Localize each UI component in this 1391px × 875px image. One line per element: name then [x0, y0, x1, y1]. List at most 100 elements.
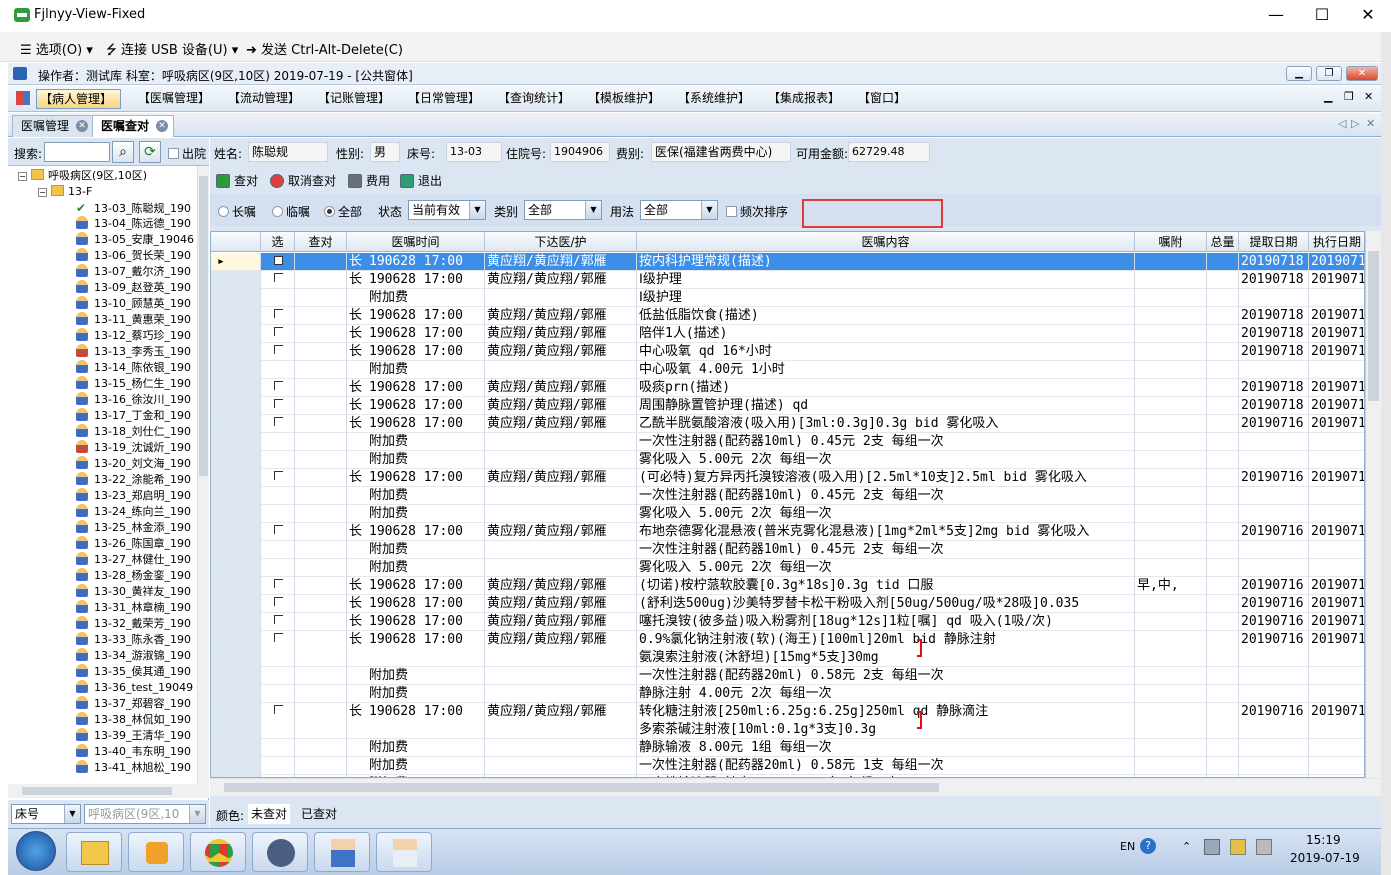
row-indicator[interactable]: [211, 739, 261, 757]
tree-patient-node[interactable]: 13-20_刘文海_190: [76, 456, 191, 472]
row-indicator[interactable]: [211, 451, 261, 469]
row-select-checkbox[interactable]: [261, 775, 295, 777]
chrome-taskbar-icon[interactable]: [190, 832, 246, 872]
row-indicator[interactable]: [211, 667, 261, 685]
language-indicator[interactable]: EN: [1120, 840, 1135, 853]
row-indicator[interactable]: [211, 559, 261, 577]
tab-close-all-icon[interactable]: ✕: [1366, 117, 1375, 130]
row-indicator[interactable]: [211, 433, 261, 451]
tree-patient-node[interactable]: 13-04_陈远德_190: [76, 216, 191, 232]
maximize-button[interactable]: ☐: [1299, 0, 1345, 32]
table-row[interactable]: 附加费 雾化吸入 5.00元 2次 每组一次: [211, 559, 1364, 577]
app-minimize-button[interactable]: ▁: [1286, 66, 1312, 81]
tree-patient-node[interactable]: 13-07_戴尔济_190: [76, 264, 191, 280]
tab-close-icon[interactable]: ✕: [156, 120, 169, 132]
tree-patient-node[interactable]: 13-35_侯其通_190: [76, 664, 191, 680]
row-select-checkbox[interactable]: [261, 541, 295, 559]
tree-hscroll-thumb[interactable]: [22, 787, 172, 795]
send-cad-button[interactable]: ➜ 发送 Ctrl-Alt-Delete(C): [246, 39, 403, 58]
row-select-checkbox[interactable]: [261, 757, 295, 775]
row-select-checkbox[interactable]: [261, 271, 295, 289]
row-select-checkbox[interactable]: [261, 487, 295, 505]
table-row[interactable]: 附加费 静脉注射 4.00元 2次 每组一次: [211, 685, 1364, 703]
tree-patient-node[interactable]: 13-34_游淑锦_190: [76, 648, 191, 664]
table-row[interactable]: 附加费 Ⅰ级护理: [211, 289, 1364, 307]
tree-patient-node[interactable]: 13-26_陈国章_190: [76, 536, 191, 552]
mdi-close-button[interactable]: ✕: [1364, 90, 1373, 103]
menu-flow[interactable]: 【流动管理】: [220, 89, 308, 109]
row-indicator[interactable]: [211, 703, 261, 739]
table-row[interactable]: ▸ 长 190628 17:00 黄应翔/黄应翔/郭雁 按内科护理常规(描述) 20190…: [211, 253, 1364, 271]
tree-patient-node[interactable]: 13-32_戴荣芳_190: [76, 616, 191, 632]
tree-patient-node[interactable]: 13-37_郑碧容_190: [76, 696, 191, 712]
table-row[interactable]: 附加费 一次性注射器(配药器10ml) 0.45元 2支 每组一次: [211, 541, 1364, 559]
usage-select[interactable]: 全部 ▼: [640, 200, 718, 220]
tree-patient-node[interactable]: 13-33_陈永香_190: [76, 632, 191, 648]
tree-patient-node[interactable]: 13-38_林侃如_190: [76, 712, 191, 728]
tab-scroll-left-icon[interactable]: ◁: [1338, 117, 1346, 130]
row-indicator[interactable]: [211, 505, 261, 523]
table-row[interactable]: 附加费 一次性输液器(精密) 4.00元 1套 每组一次: [211, 775, 1364, 777]
table-row[interactable]: 长 190628 17:00 黄应翔/黄应翔/郭雁 中心吸氧 qd 16*小时 2019…: [211, 343, 1364, 361]
row-select-checkbox[interactable]: [261, 559, 295, 577]
row-indicator[interactable]: [211, 397, 261, 415]
table-row[interactable]: 附加费 一次性注射器(配药器10ml) 0.45元 2支 每组一次: [211, 433, 1364, 451]
status-select[interactable]: 当前有效 ▼: [408, 200, 486, 220]
header-check[interactable]: 查对: [295, 232, 347, 252]
tree-patient-node[interactable]: 13-15_杨仁生_190: [76, 376, 191, 392]
row-select-checkbox[interactable]: [261, 523, 295, 541]
row-select-checkbox[interactable]: [261, 613, 295, 631]
header-exec-date[interactable]: 执行日期: [1309, 232, 1364, 252]
row-indicator[interactable]: [211, 325, 261, 343]
table-row[interactable]: 附加费 中心吸氧 4.00元 1小时: [211, 361, 1364, 379]
table-row[interactable]: 长 190628 17:00 黄应翔/黄应翔/郭雁 (舒利迭500ug)沙美特罗替卡松…: [211, 595, 1364, 613]
row-select-checkbox[interactable]: [261, 451, 295, 469]
header-select[interactable]: 选: [261, 232, 295, 252]
tree-patient-node[interactable]: 13-17_丁金和_190: [76, 408, 191, 424]
explorer-taskbar-icon[interactable]: [66, 832, 122, 872]
sort-select[interactable]: 床号 ▼: [11, 804, 81, 824]
tree-patient-node[interactable]: 13-09_赵登英_190: [76, 280, 191, 296]
clock-date[interactable]: 2019-07-19: [1290, 851, 1360, 865]
table-row[interactable]: 长 190628 17:00 黄应翔/黄应翔/郭雁 周围静脉置管护理(描述) qd 20…: [211, 397, 1364, 415]
tree-patient-node[interactable]: 13-39_王清华_190: [76, 728, 191, 744]
frequency-sort-checkbox[interactable]: 频次排序: [726, 203, 788, 220]
mdi-minimize-button[interactable]: ▁: [1324, 90, 1332, 103]
row-select-checkbox[interactable]: [261, 415, 295, 433]
menu-query[interactable]: 【查询统计】: [490, 89, 578, 109]
tab-scroll-right-icon[interactable]: ▷: [1351, 117, 1359, 130]
category-select[interactable]: 全部 ▼: [524, 200, 602, 220]
app-close-button[interactable]: ✕: [1346, 66, 1378, 81]
usb-menu[interactable]: ⭍ 连接 USB 设备(U) ▾: [106, 39, 238, 63]
menu-template[interactable]: 【模板维护】: [580, 89, 668, 109]
table-row[interactable]: 附加费 雾化吸入 5.00元 2次 每组一次: [211, 505, 1364, 523]
row-select-checkbox[interactable]: [261, 595, 295, 613]
header-doctor[interactable]: 下达医/护: [485, 232, 637, 252]
collapse-icon[interactable]: −: [38, 188, 47, 197]
tree-patient-node[interactable]: 13-12_蔡巧珍_190: [76, 328, 191, 344]
table-row[interactable]: 附加费 一次性注射器(配药器10ml) 0.45元 2支 每组一次: [211, 487, 1364, 505]
header-content[interactable]: 医嘱内容: [637, 232, 1135, 252]
table-row[interactable]: 长 190628 17:00 黄应翔/黄应翔/郭雁 吸痰prn(描述) 20190718…: [211, 379, 1364, 397]
menu-window[interactable]: 【窗口】: [850, 89, 914, 109]
row-select-checkbox[interactable]: [261, 739, 295, 757]
all-order-radio[interactable]: 全部: [324, 203, 362, 220]
action-center-icon[interactable]: [1230, 839, 1246, 855]
doctor-app-taskbar-icon[interactable]: [314, 832, 370, 872]
row-select-checkbox[interactable]: [261, 361, 295, 379]
table-row[interactable]: 附加费 静脉输液 8.00元 1组 每组一次: [211, 739, 1364, 757]
discharged-checkbox[interactable]: 出院: [168, 145, 206, 162]
tree-patient-node[interactable]: ✔ 13-03_陈聪规_190: [76, 200, 191, 216]
start-button[interactable]: [16, 831, 56, 871]
table-row[interactable]: 长 190628 17:00 黄应翔/黄应翔/郭雁 Ⅰ级护理 20190718 20190…: [211, 271, 1364, 289]
header-note[interactable]: 嘱附: [1135, 232, 1207, 252]
app-restore-button[interactable]: ❐: [1316, 66, 1342, 81]
row-indicator[interactable]: [211, 595, 261, 613]
mdi-restore-button[interactable]: ❐: [1344, 90, 1354, 103]
long-order-radio[interactable]: 长嘱: [218, 203, 256, 220]
row-indicator[interactable]: [211, 685, 261, 703]
exit-button[interactable]: 退出: [400, 172, 442, 190]
table-row[interactable]: 附加费 一次性注射器(配药器20ml) 0.58元 2支 每组一次: [211, 667, 1364, 685]
row-select-checkbox[interactable]: [261, 325, 295, 343]
row-select-checkbox[interactable]: [261, 397, 295, 415]
